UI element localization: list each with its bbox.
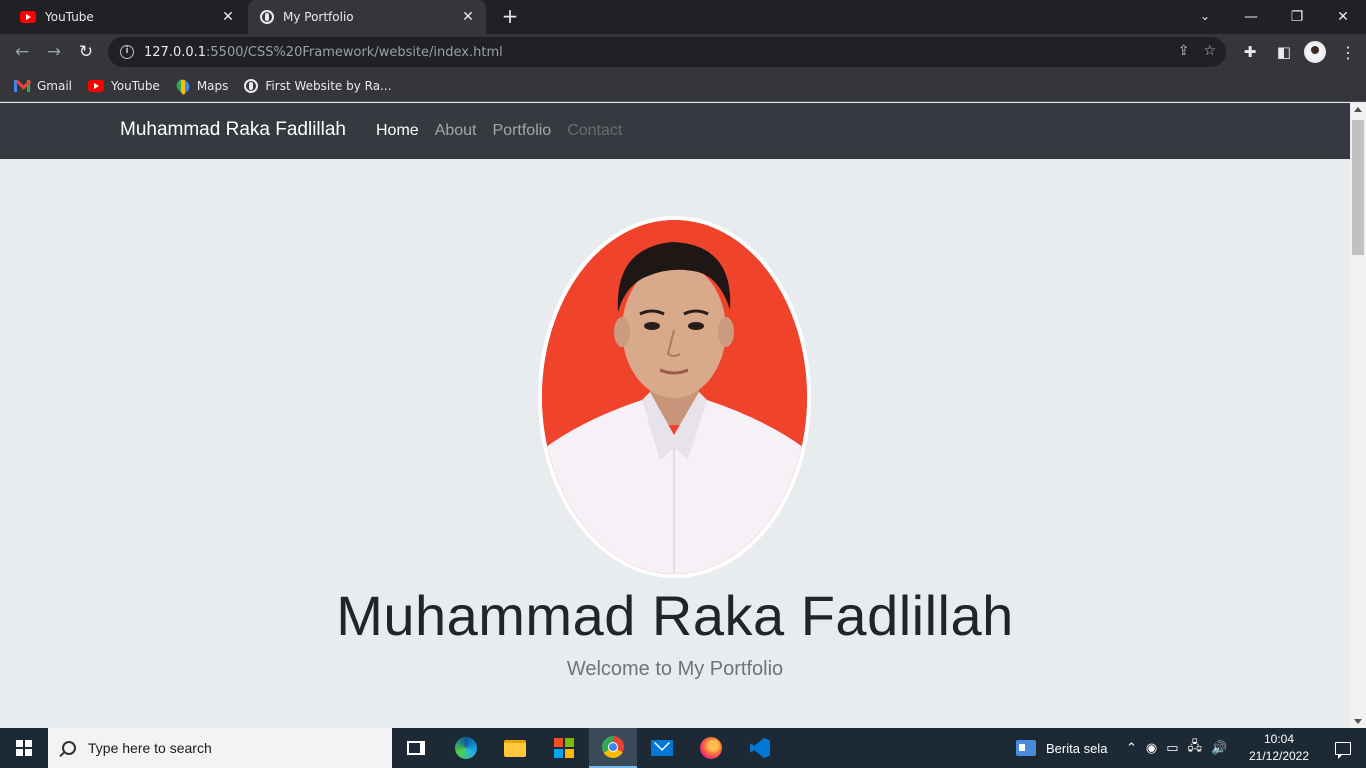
taskbar-search[interactable]: Type here to search xyxy=(48,728,392,768)
window-controls: — ❐ ✕ xyxy=(1228,0,1366,34)
bookmark-label: Gmail xyxy=(37,78,73,93)
globe-icon xyxy=(260,10,274,24)
bookmark-youtube[interactable]: YouTube xyxy=(88,79,160,93)
search-icon xyxy=(62,741,76,755)
reload-button[interactable]: ↻ xyxy=(72,38,100,66)
search-placeholder: Type here to search xyxy=(88,740,212,756)
taskbar-mail[interactable] xyxy=(638,728,686,768)
forward-button[interactable]: → xyxy=(40,38,68,66)
chevron-up-icon[interactable]: ⌃ xyxy=(1126,741,1137,756)
site-info-icon[interactable]: i xyxy=(120,45,134,59)
windows-taskbar: Type here to search Berita sela ⌃ ◉ ▭ 🖧 … xyxy=(0,728,1366,768)
taskbar-store[interactable] xyxy=(540,728,588,768)
bookmark-label: YouTube xyxy=(111,78,160,93)
taskbar-file-explorer[interactable] xyxy=(491,728,539,768)
page-viewport: Muhammad Raka Fadlillah Home About Portf… xyxy=(0,103,1350,728)
taskbar-clock[interactable]: 10:04 21/12/2022 xyxy=(1244,731,1314,765)
url-text[interactable]: 127.0.0.1:5500/CSS%20Framework/website/i… xyxy=(144,45,503,60)
task-view-icon xyxy=(407,741,425,755)
system-tray: ⌃ ◉ ▭ 🖧 🔊 xyxy=(1126,728,1227,768)
nav-link-portfolio[interactable]: Portfolio xyxy=(493,122,552,140)
scroll-up-icon[interactable] xyxy=(1354,107,1362,112)
firefox-icon xyxy=(700,737,722,759)
back-button[interactable]: ← xyxy=(8,38,36,66)
volume-icon[interactable]: 🔊 xyxy=(1211,741,1227,756)
clock-date: 21/12/2022 xyxy=(1248,749,1310,763)
gmail-icon xyxy=(14,79,30,92)
network-icon[interactable]: 🖧 xyxy=(1188,737,1203,759)
scroll-thumb[interactable] xyxy=(1352,120,1364,255)
windows-logo-icon xyxy=(16,740,32,756)
battery-icon[interactable]: ▭ xyxy=(1166,741,1178,756)
tab-title: YouTube xyxy=(45,10,94,24)
tab-my-portfolio[interactable]: My Portfolio ✕ xyxy=(248,0,486,34)
globe-icon xyxy=(244,78,259,93)
news-label: Berita sela xyxy=(1046,740,1108,756)
bookmark-label: First Website by Ra... xyxy=(265,78,392,93)
minimize-button[interactable]: — xyxy=(1228,0,1274,34)
news-icon xyxy=(1016,740,1036,756)
close-window-button[interactable]: ✕ xyxy=(1320,0,1366,34)
site-brand[interactable]: Muhammad Raka Fadlillah xyxy=(120,119,346,141)
bookmark-first-website[interactable]: First Website by Ra... xyxy=(244,78,392,93)
browser-menu-icon[interactable]: ⋮ xyxy=(1336,38,1360,66)
bookmark-star-icon[interactable]: ☆ xyxy=(1203,43,1216,59)
tab-search-icon[interactable]: ⌄ xyxy=(1193,4,1217,28)
close-icon[interactable]: ✕ xyxy=(460,9,476,25)
notifications-button[interactable] xyxy=(1320,728,1366,768)
nav-link-home[interactable]: Home xyxy=(376,122,419,140)
start-button[interactable] xyxy=(0,728,48,768)
news-widget[interactable]: Berita sela xyxy=(1016,728,1107,768)
tab-title: My Portfolio xyxy=(283,10,354,24)
maps-icon xyxy=(173,76,192,95)
taskbar-edge[interactable] xyxy=(442,728,490,768)
page-scrollbar[interactable] xyxy=(1350,103,1366,728)
task-view-button[interactable] xyxy=(392,728,440,768)
scroll-down-icon[interactable] xyxy=(1354,719,1362,724)
edge-icon xyxy=(455,737,477,759)
profile-avatar[interactable] xyxy=(1304,41,1326,63)
side-panel-icon[interactable]: ◧ xyxy=(1270,38,1298,66)
address-bar[interactable]: i 127.0.0.1:5500/CSS%20Framework/website… xyxy=(108,37,1226,67)
hero-subtitle: Welcome to My Portfolio xyxy=(566,658,784,680)
bookmarks-bar: Gmail YouTube Maps First Website by Ra..… xyxy=(0,70,1366,102)
bookmark-label: Maps xyxy=(196,78,229,93)
tab-youtube[interactable]: YouTube ✕ xyxy=(8,0,246,34)
profile-photo xyxy=(538,216,811,578)
taskbar-chrome[interactable] xyxy=(589,728,637,768)
new-tab-button[interactable]: + xyxy=(498,5,522,29)
site-navbar: Muhammad Raka Fadlillah Home About Portf… xyxy=(0,103,1350,159)
store-icon xyxy=(554,738,574,758)
clock-time: 10:04 xyxy=(1263,732,1295,746)
nav-link-about[interactable]: About xyxy=(435,122,477,140)
youtube-icon xyxy=(20,11,36,23)
hero-name: Muhammad Raka Fadlillah xyxy=(336,584,1014,647)
browser-tabstrip: YouTube ✕ My Portfolio ✕ + ⌄ — ❐ ✕ xyxy=(0,0,1366,34)
close-icon[interactable]: ✕ xyxy=(220,9,236,25)
youtube-icon xyxy=(88,79,105,92)
mail-icon xyxy=(651,740,673,756)
nav-link-contact[interactable]: Contact xyxy=(567,122,622,140)
folder-icon xyxy=(504,739,526,757)
chrome-icon xyxy=(602,736,624,758)
vscode-icon xyxy=(750,738,770,758)
site-nav-links: Home About Portfolio Contact xyxy=(376,122,622,140)
bookmark-gmail[interactable]: Gmail xyxy=(14,79,72,93)
browser-toolbar: ← → ↻ i 127.0.0.1:5500/CSS%20Framework/w… xyxy=(0,34,1366,70)
bookmark-maps[interactable]: Maps xyxy=(173,76,229,95)
meet-now-icon[interactable]: ◉ xyxy=(1146,741,1157,756)
extensions-icon[interactable]: ✚ xyxy=(1236,38,1264,66)
share-icon[interactable]: ⇪ xyxy=(1178,43,1190,59)
restore-button[interactable]: ❐ xyxy=(1274,0,1320,34)
taskbar-firefox[interactable] xyxy=(687,728,735,768)
notification-icon xyxy=(1335,741,1351,759)
taskbar-vscode[interactable] xyxy=(736,728,784,768)
